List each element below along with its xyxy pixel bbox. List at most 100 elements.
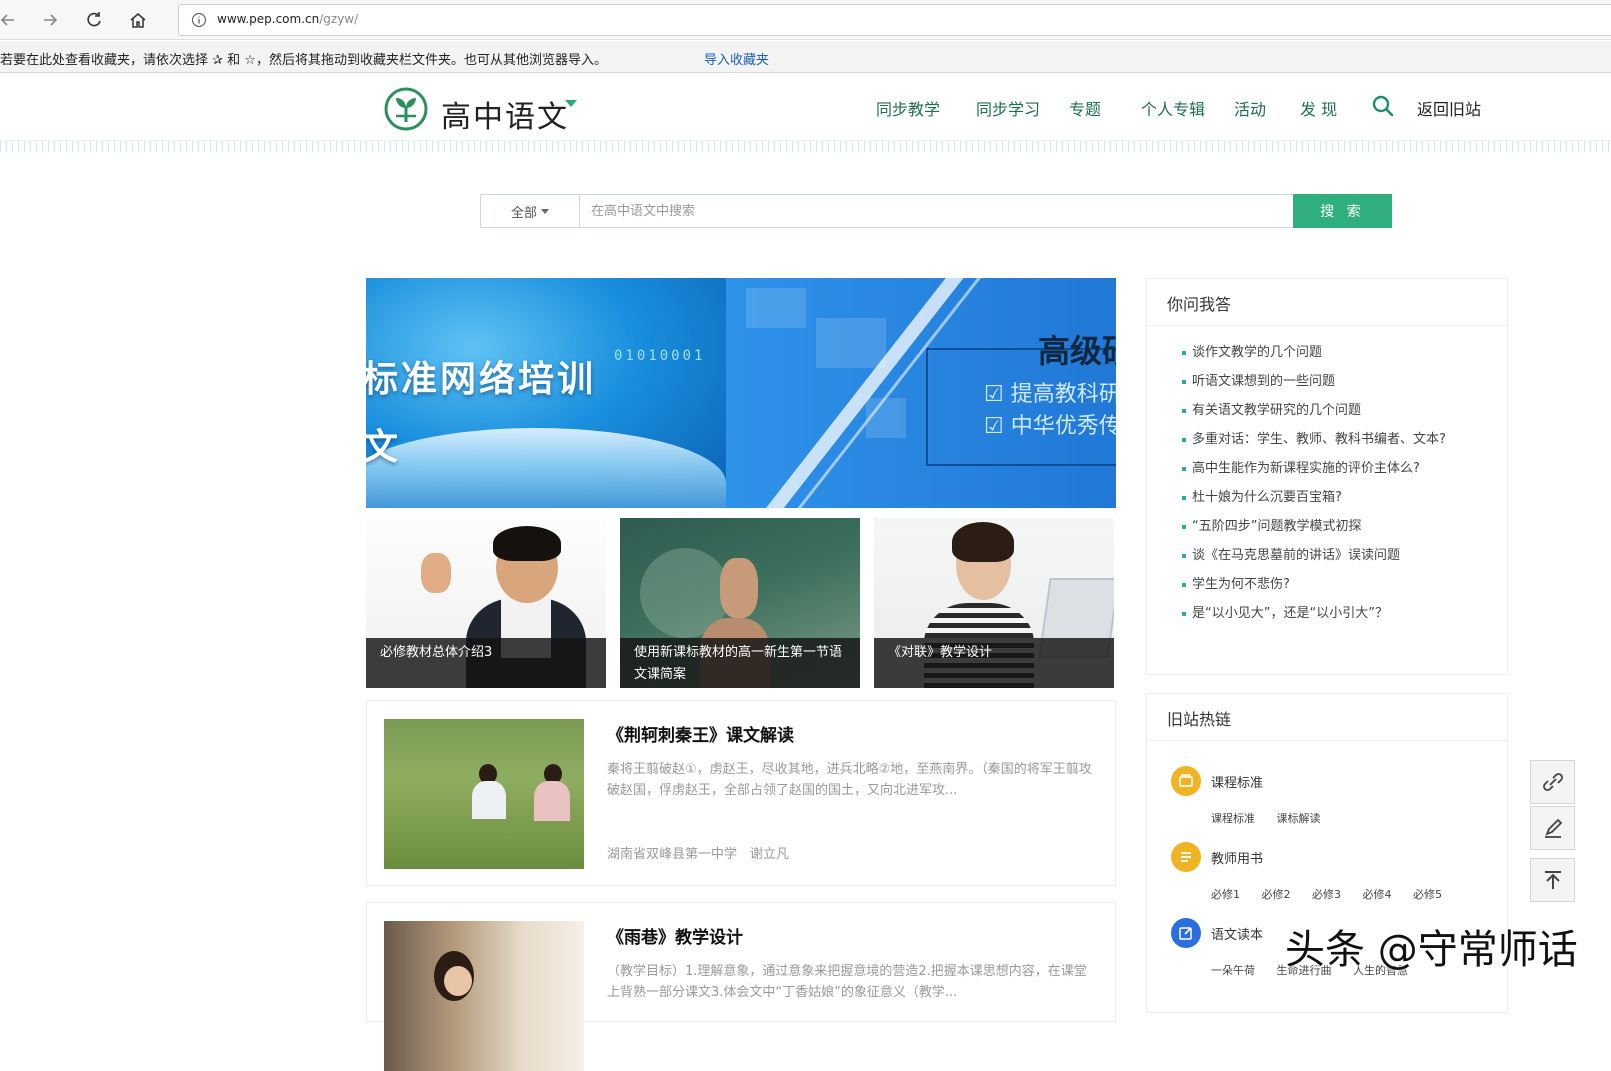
thumb-caption[interactable]: 使用新课标教材的高一新生第一节语文课简案 (620, 638, 860, 688)
nav-sync-teaching[interactable]: 同步教学 (876, 96, 940, 119)
nav-topics[interactable]: 专题 (1069, 96, 1101, 119)
refresh-icon[interactable] (80, 6, 108, 34)
article-excerpt: 秦将王翦破赵①，虏赵王，尽收其地，进兵北略②地，至燕南界。（秦国的将军王翦攻破赵… (607, 762, 1092, 798)
qa-panel: 你问我答 谈作文教学的几个问题 听语文课想到的一些问题 有关语文教学研究的几个问… (1146, 278, 1508, 675)
edit-tool-button[interactable] (1530, 806, 1575, 850)
thumb-card[interactable]: 必修教材总体介绍3 (366, 518, 606, 688)
link-tool-button[interactable] (1530, 760, 1575, 804)
banner-digits: 01010001 (614, 348, 706, 364)
site-search: 全部 搜 索 (480, 194, 1392, 228)
kid-body (534, 781, 570, 821)
banner-decor-square (816, 318, 886, 368)
favorites-hint: 若要在此处查看收藏夹，请依次选择 ✰ 和 ☆，然后将其拖动到收藏夹栏文件夹。也可… (0, 53, 607, 68)
qa-item[interactable]: 是“以小见大”，还是“以小引大”？ (1182, 602, 1482, 626)
thumb-card[interactable]: 《对联》教学设计 (874, 518, 1114, 688)
url-text[interactable]: www.pep.com.cn/gzyw/ (217, 12, 358, 26)
article-thumbnail[interactable] (384, 921, 584, 1071)
article-title[interactable]: 《雨巷》教学设计 (607, 923, 743, 948)
import-favorites-link[interactable]: 导入收藏夹 (704, 49, 769, 68)
banner-check-item: ☑ 提高教科研 (984, 382, 1116, 407)
student-hand (421, 553, 451, 593)
raised-hand (720, 558, 758, 618)
forward-icon[interactable] (36, 6, 64, 34)
hotlink[interactable]: 必修2 (1262, 888, 1291, 901)
article-thumbnail[interactable] (384, 719, 584, 869)
hotlink-sublinks: 必修1 必修2 必修3 必修4 必修5 (1211, 886, 1460, 902)
student-hair (493, 526, 561, 561)
thumb-caption[interactable]: 必修教材总体介绍3 (366, 638, 606, 688)
nav-activities[interactable]: 活动 (1234, 96, 1266, 119)
student-hair (952, 522, 1014, 562)
hotlink-group-name[interactable]: 教师用书 (1211, 848, 1263, 867)
hotlink-group-name[interactable]: 语文读本 (1211, 924, 1263, 943)
search-scope-label: 全部 (510, 205, 537, 221)
hotlink[interactable]: 一朵午荷 (1211, 964, 1255, 977)
back-icon[interactable] (0, 6, 22, 34)
banner-left-subtext: 文 (366, 427, 399, 468)
banner-left-text: 标准网络培训 (366, 359, 597, 400)
reader-edit-icon (1171, 918, 1201, 948)
article-card[interactable]: 《雨巷》教学设计 （教学目标）1.理解意象，通过意象来把握意境的营造2.把握本课… (366, 902, 1116, 1071)
curriculum-icon (1171, 766, 1201, 796)
home-icon[interactable] (124, 6, 152, 34)
hotlink[interactable]: 课标解读 (1277, 812, 1321, 825)
qa-list: 谈作文教学的几个问题 听语文课想到的一些问题 有关语文教学研究的几个问题 多重对… (1182, 341, 1482, 631)
watermark-text: 头条 @守常师话 (1285, 927, 1578, 973)
search-icon[interactable] (1372, 95, 1394, 117)
hotlink[interactable]: 必修5 (1413, 888, 1442, 901)
search-button[interactable]: 搜 索 (1293, 194, 1392, 228)
header-decoration (0, 140, 1611, 152)
qa-item[interactable]: 有关语文教学研究的几个问题 (1182, 399, 1482, 423)
nav-sync-learning[interactable]: 同步学习 (976, 96, 1040, 119)
pencil-icon (1544, 818, 1562, 838)
address-bar[interactable]: www.pep.com.cn/gzyw/ (178, 4, 1611, 36)
nav-discover[interactable]: 发 现 (1300, 96, 1337, 119)
hotlinks-panel-title: 旧站热链 (1167, 710, 1232, 729)
hotlink[interactable]: 必修3 (1312, 888, 1341, 901)
banner-right-title: 高级研 (1038, 332, 1116, 370)
hotlink[interactable]: 必修4 (1363, 888, 1392, 901)
banner-left-panel: 标准网络培训 文 01010001 (366, 278, 726, 508)
browser-toolbar: www.pep.com.cn/gzyw/ (0, 0, 1611, 40)
book-illustration (366, 428, 726, 508)
qa-item[interactable]: 学生为何不悲伤? (1182, 573, 1482, 597)
qa-item[interactable]: 谈《在马克思墓前的讲话》误读问题 (1182, 544, 1482, 568)
divider (1147, 740, 1507, 741)
banner-decor-square (866, 398, 906, 438)
banner-check-item: ☑ 中华优秀传 (984, 414, 1116, 439)
hotlink[interactable]: 必修1 (1211, 888, 1240, 901)
divider (1147, 325, 1507, 326)
search-scope-select[interactable]: 全部 (481, 195, 580, 227)
site-title[interactable]: 高中语文 (441, 92, 569, 136)
info-icon[interactable] (191, 12, 207, 28)
article-card[interactable]: 《荆轲刺秦王》课文解读 秦将王翦破赵①，虏赵王，尽收其地，进兵北略②地，至燕南界… (366, 700, 1116, 886)
back-to-top-button[interactable] (1530, 858, 1575, 902)
teacher-book-icon (1171, 842, 1201, 872)
nav-personal-albums[interactable]: 个人专辑 (1141, 96, 1205, 119)
hotlink-sublinks: 课程标准 课标解读 (1211, 810, 1339, 826)
channel-dropdown-icon[interactable] (565, 100, 577, 107)
promo-banner[interactable]: 标准网络培训 文 01010001 高级研 ☑ 提高教科研 ☑ 中华优秀传 (366, 278, 1116, 508)
qa-item[interactable]: 多重对话：学生、教师、教科书编者、文本? (1182, 428, 1482, 452)
pep-logo-icon[interactable] (383, 86, 429, 132)
arrow-up-icon (1544, 871, 1561, 889)
qa-item[interactable]: 高中生能作为新课程实施的评价主体么? (1182, 457, 1482, 481)
qa-item[interactable]: “五阶四步”问题教学模式初探 (1182, 515, 1482, 539)
caret-down-icon (541, 208, 549, 214)
qa-item[interactable]: 杜十娘为什么沉要百宝箱? (1182, 486, 1482, 510)
thumb-card[interactable]: 使用新课标教材的高一新生第一节语文课简案 (620, 518, 860, 688)
favorites-bar: 若要在此处查看收藏夹，请依次选择 ✰ 和 ☆，然后将其拖动到收藏夹栏文件夹。也可… (0, 41, 1611, 73)
thumb-caption[interactable]: 《对联》教学设计 (874, 638, 1114, 688)
qa-item[interactable]: 谈作文教学的几个问题 (1182, 341, 1482, 365)
article-title[interactable]: 《荆轲刺秦王》课文解读 (607, 721, 794, 746)
link-icon (1542, 773, 1563, 791)
reader-face (444, 966, 472, 996)
search-input[interactable] (591, 201, 1281, 221)
hotlink-group-name[interactable]: 课程标准 (1211, 772, 1263, 791)
qa-panel-title: 你问我答 (1167, 295, 1232, 314)
hotlink[interactable]: 课程标准 (1211, 812, 1255, 825)
qa-item[interactable]: 听语文课想到的一些问题 (1182, 370, 1482, 394)
back-to-old-site-link[interactable]: 返回旧站 (1417, 96, 1481, 120)
article-author: 湖南省双峰县第一中学 谢立凡 (607, 847, 790, 862)
kid-body (472, 781, 506, 819)
